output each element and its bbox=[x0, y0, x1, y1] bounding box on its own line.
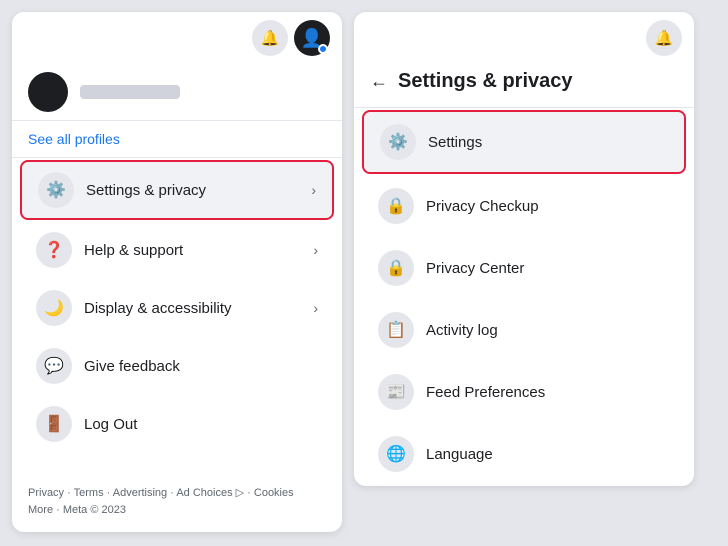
notification-bell-left[interactable]: 🔔 bbox=[252, 20, 288, 56]
left-panel: 🔔 👤 See all profiles ⚙️ Settings & priva… bbox=[12, 12, 342, 532]
right-menu-item-privacy-checkup[interactable]: 🔒 Privacy Checkup bbox=[362, 176, 686, 236]
right-menu-item-settings[interactable]: ⚙️ Settings bbox=[362, 110, 686, 174]
user-avatar-top-left[interactable]: 👤 bbox=[294, 20, 330, 56]
menu-item-give-feedback[interactable]: 💬 Give feedback bbox=[20, 338, 334, 394]
back-button[interactable]: ← bbox=[370, 71, 388, 92]
right-menu: ⚙️ Settings 🔒 Privacy Checkup 🔒 Privacy … bbox=[354, 110, 694, 484]
right-panel: 🔔 ← Settings & privacy ⚙️ Settings 🔒 Pri… bbox=[354, 12, 694, 486]
activity-log-icon: 📋 bbox=[378, 312, 414, 348]
settings-privacy-icon: ⚙️ bbox=[38, 172, 74, 208]
left-top-icons-row: 🔔 👤 bbox=[12, 12, 342, 56]
user-name bbox=[80, 85, 180, 99]
chevron-icon: › bbox=[311, 182, 316, 198]
footer-more: More · Meta © 2023 bbox=[28, 504, 126, 516]
feed-preferences-icon: 📰 bbox=[378, 374, 414, 410]
footer: Privacy · Terms · Advertising · Ad Choic… bbox=[12, 473, 342, 532]
feed-preferences-label: Feed Preferences bbox=[426, 384, 545, 401]
menu-item-settings-privacy[interactable]: ⚙️ Settings & privacy › bbox=[20, 160, 334, 220]
user-profile-row bbox=[12, 56, 342, 121]
see-all-profiles-link[interactable]: See all profiles bbox=[12, 121, 342, 158]
left-menu: ⚙️ Settings & privacy › ❓ Help & support… bbox=[12, 160, 342, 452]
help-support-label: Help & support bbox=[84, 242, 301, 259]
give-feedback-icon: 💬 bbox=[36, 348, 72, 384]
right-menu-item-privacy-center[interactable]: 🔒 Privacy Center bbox=[362, 238, 686, 298]
chevron-icon: › bbox=[313, 242, 318, 258]
right-panel-title: Settings & privacy bbox=[398, 70, 573, 93]
give-feedback-label: Give feedback bbox=[84, 358, 318, 375]
menu-item-log-out[interactable]: 🚪 Log Out bbox=[20, 396, 334, 452]
language-icon: 🌐 bbox=[378, 436, 414, 472]
menu-item-help-support[interactable]: ❓ Help & support › bbox=[20, 222, 334, 278]
right-panel-header: ← Settings & privacy bbox=[354, 56, 694, 108]
footer-links: Privacy · Terms · Advertising · Ad Choic… bbox=[28, 487, 294, 499]
chevron-icon: › bbox=[313, 300, 318, 316]
activity-log-label: Activity log bbox=[426, 322, 498, 339]
log-out-label: Log Out bbox=[84, 416, 318, 433]
settings-privacy-label: Settings & privacy bbox=[86, 182, 299, 199]
display-accessibility-icon: 🌙 bbox=[36, 290, 72, 326]
right-top-icons-row: 🔔 bbox=[354, 12, 694, 56]
privacy-checkup-icon: 🔒 bbox=[378, 188, 414, 224]
privacy-center-label: Privacy Center bbox=[426, 260, 524, 277]
display-accessibility-label: Display & accessibility bbox=[84, 300, 301, 317]
language-label: Language bbox=[426, 446, 493, 463]
log-out-icon: 🚪 bbox=[36, 406, 72, 442]
settings-label: Settings bbox=[428, 134, 482, 151]
settings-icon: ⚙️ bbox=[380, 124, 416, 160]
notification-bell-right[interactable]: 🔔 bbox=[646, 20, 682, 56]
menu-item-display-accessibility[interactable]: 🌙 Display & accessibility › bbox=[20, 280, 334, 336]
user-avatar bbox=[28, 72, 68, 112]
right-menu-item-activity-log[interactable]: 📋 Activity log bbox=[362, 300, 686, 360]
privacy-center-icon: 🔒 bbox=[378, 250, 414, 286]
right-menu-item-language[interactable]: 🌐 Language bbox=[362, 424, 686, 484]
privacy-checkup-label: Privacy Checkup bbox=[426, 198, 539, 215]
right-menu-item-feed-preferences[interactable]: 📰 Feed Preferences bbox=[362, 362, 686, 422]
help-support-icon: ❓ bbox=[36, 232, 72, 268]
